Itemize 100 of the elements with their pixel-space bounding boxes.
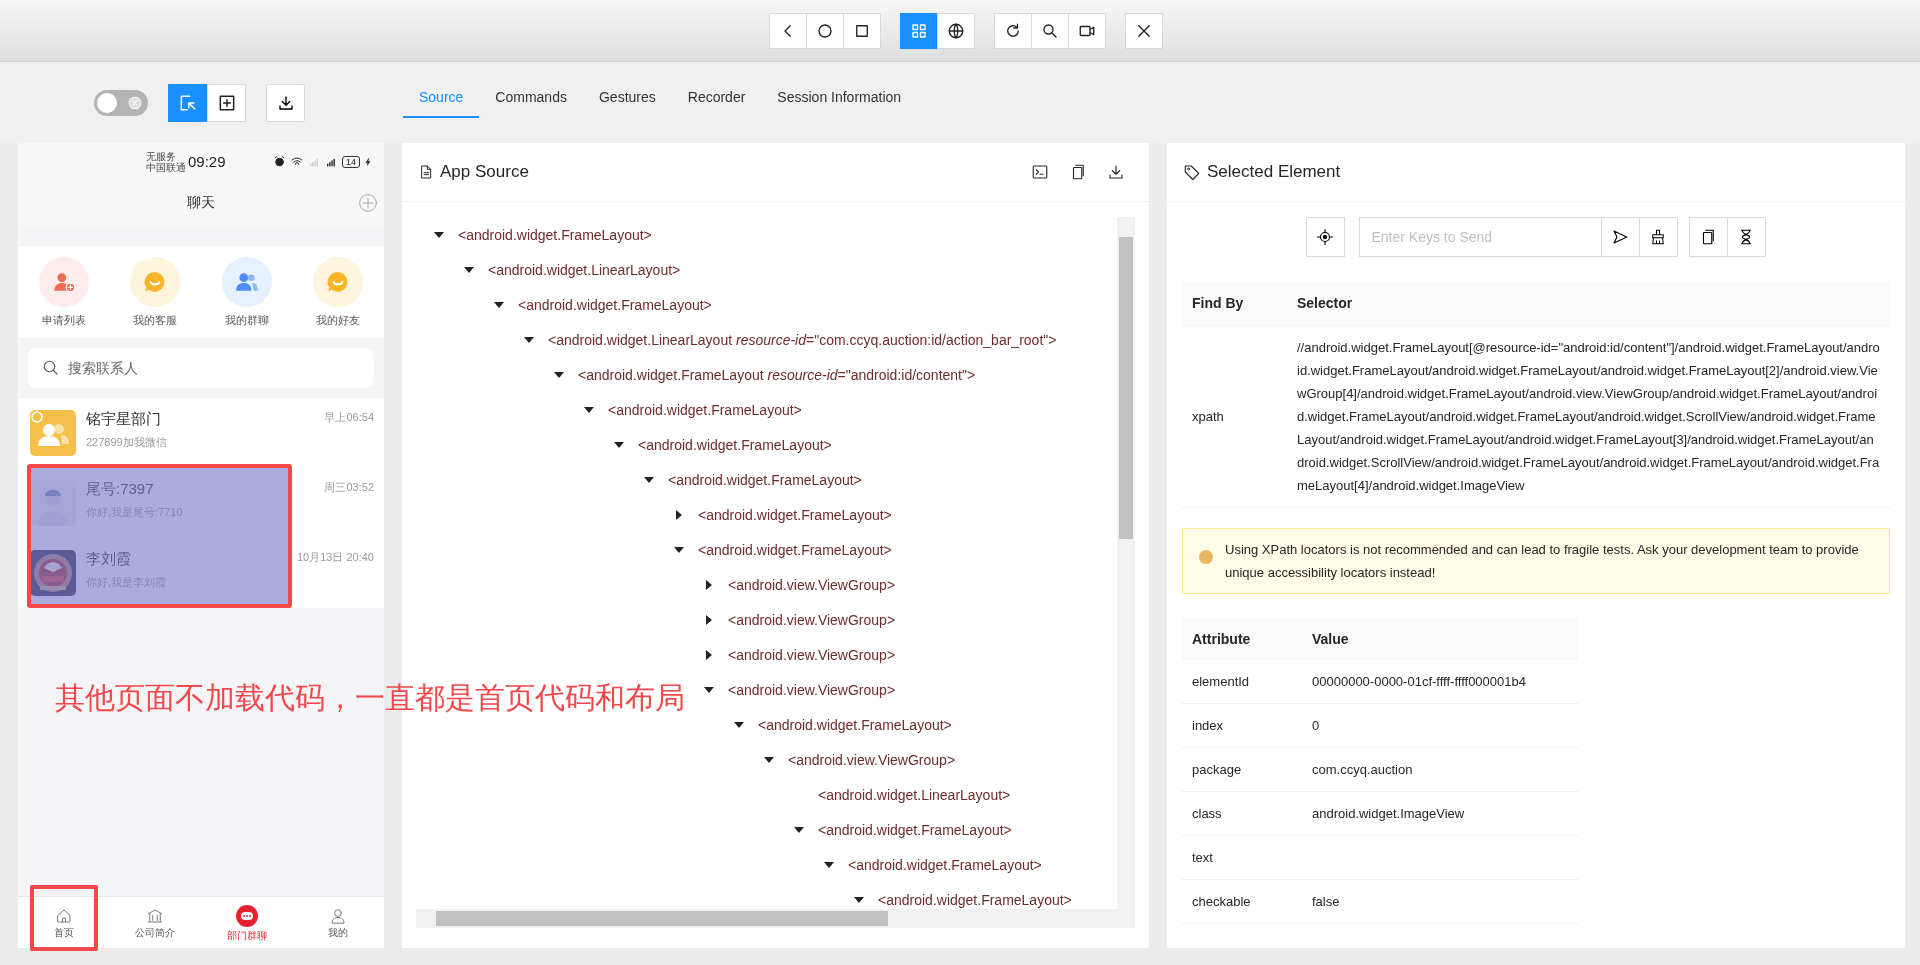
caret-down-icon[interactable] xyxy=(854,894,864,905)
caret-right-icon[interactable] xyxy=(704,614,714,625)
chat-name: 铭宇星部门 xyxy=(86,410,162,429)
keys-input-field[interactable]: Enter Keys to Send xyxy=(1358,217,1602,257)
tag-icon xyxy=(1183,163,1201,181)
caret-down-icon[interactable] xyxy=(674,544,684,555)
column-header: Find By xyxy=(1182,281,1287,325)
table-cell: class xyxy=(1182,791,1302,836)
table-cell: xpath xyxy=(1182,325,1287,507)
tab[interactable]: Recorder xyxy=(671,78,762,118)
terminal-icon[interactable] xyxy=(1031,163,1049,181)
table-cell: 00000000-0000-01cf-ffff-ffff000001b4 xyxy=(1302,659,1578,704)
tree-node[interactable]: <android.view.ViewGroup> xyxy=(788,751,956,768)
shortcut-label[interactable]: 我的好友 xyxy=(316,312,361,328)
close-circle-icon xyxy=(128,95,142,110)
grid-icon xyxy=(909,21,928,40)
tree-node[interactable]: <android.widget.LinearLayout> xyxy=(818,786,1011,803)
tree-node[interactable]: <android.widget.FrameLayout> xyxy=(698,541,892,558)
shortcut-label[interactable]: 我的群聊 xyxy=(224,312,269,328)
caret-down-icon[interactable] xyxy=(434,229,444,240)
tree-node[interactable]: <android.widget.FrameLayout> xyxy=(758,716,952,733)
table-cell: package xyxy=(1182,747,1302,792)
circle-icon xyxy=(815,21,834,40)
tab[interactable]: Gestures xyxy=(582,78,672,118)
caret-down-icon[interactable] xyxy=(494,299,504,310)
scrollbar[interactable] xyxy=(1117,217,1135,909)
person-avatar-icon xyxy=(30,480,76,526)
caret-down-icon[interactable] xyxy=(584,404,594,415)
send-button[interactable] xyxy=(1600,217,1640,257)
tree-node[interactable]: <android.widget.LinearLayout resource-id="com.ccyq.auction:id/action_bar_root"> xyxy=(548,331,1057,348)
carrier-text: 无服务 xyxy=(146,150,176,162)
search-input[interactable]: 搜索联系人 xyxy=(66,359,266,377)
broom-icon xyxy=(1649,228,1667,246)
tree-node[interactable]: <android.widget.FrameLayout> xyxy=(638,436,832,453)
caret-down-icon[interactable] xyxy=(554,369,564,380)
table-cell: android.widget.ImageView xyxy=(1302,791,1578,836)
globe-icon xyxy=(946,21,965,40)
column-header: Selector xyxy=(1287,281,1890,325)
person-icon xyxy=(329,907,348,925)
download-icon[interactable] xyxy=(1107,163,1125,181)
nav-tab[interactable]: 我的 xyxy=(292,897,384,948)
caret-down-icon[interactable] xyxy=(644,474,654,485)
caret-down-icon[interactable] xyxy=(734,719,744,730)
tree-node[interactable]: <android.widget.FrameLayout> xyxy=(518,296,712,313)
shortcut-label[interactable]: 我的客服 xyxy=(133,312,178,328)
tree-node[interactable]: <android.widget.LinearLayout> xyxy=(488,261,681,278)
chat-name: 李刘霞 xyxy=(86,550,132,569)
tab[interactable]: Commands xyxy=(479,78,583,118)
search-icon xyxy=(1040,21,1059,40)
tree-node[interactable]: <android.view.ViewGroup> xyxy=(728,681,896,698)
caret-right-icon[interactable] xyxy=(704,579,714,590)
battery-level: 14 xyxy=(342,155,360,168)
warning-text: Using XPath locators is not recommended and can lead to fragile tests. Ask your development team to provide unique accessibility locators instead! xyxy=(1225,540,1860,582)
caret-down-icon[interactable] xyxy=(794,824,804,835)
nav-tab[interactable]: 部门群聊 xyxy=(201,897,293,948)
hourglass-button[interactable] xyxy=(1726,217,1766,257)
download-button[interactable] xyxy=(266,83,305,122)
caret-down-icon[interactable] xyxy=(614,439,624,450)
tree-node[interactable]: <android.widget.FrameLayout> xyxy=(878,891,1072,908)
screenshot-toggle[interactable] xyxy=(94,89,148,116)
column-header: Value xyxy=(1302,617,1578,660)
tree-node[interactable]: <android.widget.FrameLayout> xyxy=(608,401,802,418)
locate-icon xyxy=(1316,228,1334,246)
tree-node[interactable]: <android.widget.FrameLayout> xyxy=(848,856,1042,873)
column-header: Attribute xyxy=(1182,617,1302,660)
scroll-thumb[interactable] xyxy=(1119,237,1133,539)
locate-button[interactable] xyxy=(1305,217,1345,257)
copy-button[interactable] xyxy=(1688,217,1728,257)
screen-title: 聊天 xyxy=(187,194,215,212)
chat-row[interactable]: 铭宇星部门 227899加我微信 早上06:54 xyxy=(18,398,384,468)
tree-node[interactable]: <android.widget.FrameLayout> xyxy=(698,506,892,523)
tree-node[interactable]: <android.widget.FrameLayout> xyxy=(668,471,862,488)
chat-name: 尾号:7397 xyxy=(86,480,155,499)
send-icon xyxy=(1611,228,1629,246)
scroll-thumb[interactable] xyxy=(436,911,888,926)
panel-title: App Source xyxy=(440,162,529,182)
caret-down-icon[interactable] xyxy=(824,859,834,870)
tree-node[interactable]: <android.view.ViewGroup> xyxy=(728,576,896,593)
caret-right-icon[interactable] xyxy=(674,509,684,520)
caret-right-icon[interactable] xyxy=(704,649,714,660)
caret-down-icon[interactable] xyxy=(764,754,774,765)
caret-down-icon[interactable] xyxy=(464,264,474,275)
nav-tab[interactable]: 首页 xyxy=(18,897,110,948)
tree-node[interactable]: <android.widget.FrameLayout resource-id="android:id/content"> xyxy=(578,366,976,383)
status-time: 09:29 xyxy=(188,153,226,170)
tree-node[interactable]: <android.widget.FrameLayout> xyxy=(818,821,1012,838)
tree-node[interactable]: <android.widget.FrameLayout> xyxy=(458,226,652,243)
tab[interactable]: Session Information xyxy=(761,78,918,118)
search-field[interactable]: 搜索联系人 xyxy=(28,348,374,388)
tree-node[interactable]: <android.view.ViewGroup> xyxy=(728,611,896,628)
alarm-icon xyxy=(273,155,286,168)
nav-tab[interactable]: 公司简介 xyxy=(109,897,201,948)
caret-down-icon[interactable] xyxy=(704,684,714,695)
tree-node[interactable]: <android.view.ViewGroup> xyxy=(728,646,896,663)
scrollbar[interactable] xyxy=(416,909,1135,928)
caret-down-icon[interactable] xyxy=(524,334,534,345)
table-cell: elementId xyxy=(1182,659,1302,704)
table-cell: text xyxy=(1182,835,1302,880)
broom-button[interactable] xyxy=(1638,217,1678,257)
shortcut-label[interactable]: 申请列表 xyxy=(41,312,86,328)
